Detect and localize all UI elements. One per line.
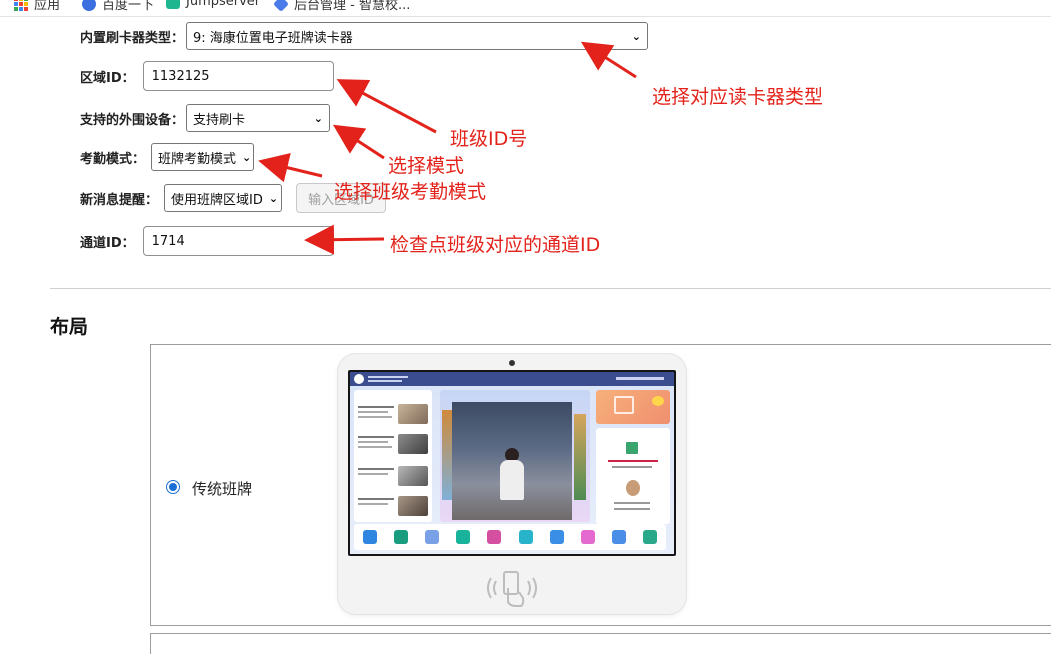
jumpserver-icon (166, 0, 180, 9)
peripheral-select[interactable]: 支持刷卡 ⌄ (186, 104, 331, 132)
section-divider (50, 288, 1051, 289)
annotation-class-attendance: 选择班级考勤模式 (334, 181, 487, 203)
layout-radio-traditional[interactable] (166, 480, 180, 494)
new-msg-select[interactable]: 使用班牌区域ID ⌄ (164, 184, 283, 212)
annotation-mode: 选择模式 (388, 155, 465, 177)
channel-id-input[interactable]: 1714 (142, 226, 334, 256)
arrow-mode (332, 124, 385, 160)
reader-type-row: 内置刷卡器类型： 9: 海康位置电子班牌读卡器 ⌄ (80, 22, 649, 50)
area-id-label: 区域ID： (80, 70, 135, 86)
camera-icon (509, 360, 515, 366)
bookmark-admin[interactable]: 后台管理 - 智慧校... (273, 0, 410, 13)
channel-id-label: 通道ID： (80, 235, 135, 251)
bookmark-baidu[interactable]: 百度一下 (82, 0, 154, 13)
annotation-class-id: 班级ID号 (450, 128, 528, 150)
apps-grid-icon (14, 0, 28, 11)
chevron-down-icon: ⌄ (313, 111, 324, 125)
annotation-channel: 检查点班级对应的通道ID (390, 234, 601, 256)
chevron-down-icon: ⌄ (631, 29, 642, 43)
card-reader-icon (487, 571, 537, 607)
area-id-input[interactable]: 1132125 (142, 61, 334, 91)
device-screen (348, 370, 676, 556)
area-id-row: 区域ID： 1132125 (80, 61, 334, 91)
chevron-down-icon: ⌄ (268, 191, 279, 205)
peripheral-label: 支持的外围设备： (80, 112, 185, 128)
attendance-mode-row: 考勤模式： 班牌考勤模式 ⌄ (80, 143, 255, 171)
bookmark-apps[interactable]: 应用 (14, 0, 60, 13)
admin-icon (273, 0, 289, 12)
attendance-mode-select[interactable]: 班牌考勤模式 ⌄ (151, 143, 255, 171)
channel-id-row: 通道ID： 1714 (80, 226, 334, 256)
layout-section-title: 布局 (50, 316, 89, 338)
radio-dot-icon (169, 483, 177, 491)
reader-type-select[interactable]: 9: 海康位置电子班牌读卡器 ⌄ (186, 22, 649, 50)
peripheral-row: 支持的外围设备： 支持刷卡 ⌄ (80, 104, 331, 132)
attendance-mode-label: 考勤模式： (80, 151, 146, 167)
bookmarks-bar: 应用 百度一下 Jumpserver 后台管理 - 智慧校... (0, 0, 1051, 17)
reader-type-label: 内置刷卡器类型： (80, 30, 185, 46)
arrow-class-attendance (258, 153, 323, 183)
chevron-down-icon: ⌄ (242, 150, 252, 164)
arrow-class-id (336, 79, 437, 134)
baidu-paw-icon (82, 0, 96, 11)
annotation-reader-type: 选择对应读卡器类型 (652, 86, 824, 108)
new-msg-label: 新消息提醒： (80, 192, 159, 208)
layout-radio-label[interactable]: 传统班牌 (192, 478, 252, 499)
class-board-device-image (338, 354, 686, 614)
bookmark-jumpserver[interactable]: Jumpserver (166, 0, 260, 9)
layout-option-box-next (150, 633, 1051, 654)
